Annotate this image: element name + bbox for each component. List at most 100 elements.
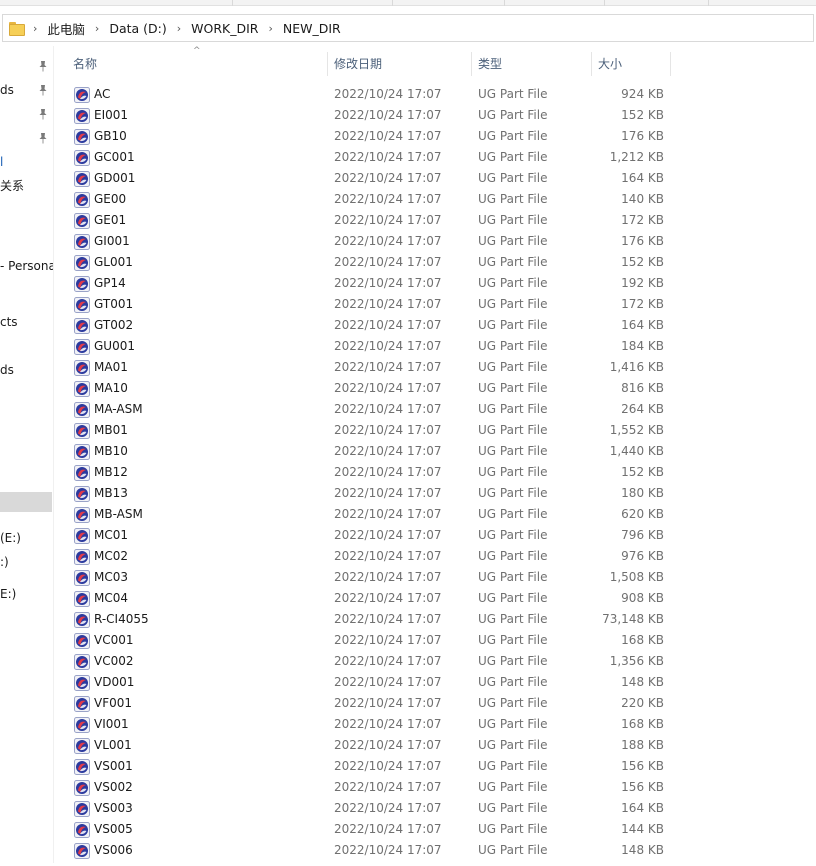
file-row[interactable]: VS001 2022/10/24 17:07 UG Part File 156 KB	[54, 756, 816, 777]
ug-part-file-icon	[74, 716, 90, 733]
file-row[interactable]: GP14 2022/10/24 17:07 UG Part File 192 KB	[54, 273, 816, 294]
ug-part-file-icon	[74, 842, 90, 859]
file-row[interactable]: VI001 2022/10/24 17:07 UG Part File 168 KB	[54, 714, 816, 735]
file-row[interactable]: VD001 2022/10/24 17:07 UG Part File 148 KB	[54, 672, 816, 693]
ug-part-file-icon	[74, 758, 90, 775]
pin-icon[interactable]	[38, 108, 48, 120]
file-name-cell: MC02	[74, 546, 128, 567]
chevron-right-icon[interactable]: ›	[177, 22, 181, 35]
file-row[interactable]: VS003 2022/10/24 17:07 UG Part File 164 KB	[54, 798, 816, 819]
file-name-cell: GI001	[74, 231, 130, 252]
nav-item[interactable]: (E:)	[0, 528, 21, 548]
file-row[interactable]: VS006 2022/10/24 17:07 UG Part File 148 KB	[54, 840, 816, 861]
breadcrumb-work-dir[interactable]: WORK_DIR	[191, 21, 258, 36]
column-header-size[interactable]: 大小	[593, 52, 671, 76]
nav-item[interactable]: 关系	[0, 176, 24, 196]
file-row[interactable]: VL001 2022/10/24 17:07 UG Part File 188 KB	[54, 735, 816, 756]
file-row[interactable]: MC04 2022/10/24 17:07 UG Part File 908 KB	[54, 588, 816, 609]
file-row[interactable]: GE00 2022/10/24 17:07 UG Part File 140 KB	[54, 189, 816, 210]
file-row[interactable]: VS005 2022/10/24 17:07 UG Part File 144 KB	[54, 819, 816, 840]
file-name: MC03	[94, 570, 129, 584]
file-row[interactable]: GC001 2022/10/24 17:07 UG Part File 1,212 K…	[54, 147, 816, 168]
nav-item[interactable]: ds	[0, 360, 14, 380]
file-date: 2022/10/24 17:07	[334, 171, 442, 185]
file-name: VS001	[94, 759, 133, 773]
file-size: 1,440 KB	[609, 444, 664, 458]
file-name: GT001	[94, 297, 134, 311]
column-header-type[interactable]: 类型	[473, 52, 592, 76]
file-name-cell: VS002	[74, 777, 133, 798]
file-name-cell: VI001	[74, 714, 129, 735]
file-size: 144 KB	[621, 822, 664, 836]
file-name: MC02	[94, 549, 129, 563]
file-row[interactable]: MB10 2022/10/24 17:07 UG Part File 1,440 KB	[54, 441, 816, 462]
breadcrumb-new-dir[interactable]: NEW_DIR	[283, 21, 341, 36]
file-row[interactable]: VC001 2022/10/24 17:07 UG Part File 168 KB	[54, 630, 816, 651]
file-type: UG Part File	[478, 444, 548, 458]
file-size: 976 KB	[621, 549, 664, 563]
file-date: 2022/10/24 17:07	[334, 192, 442, 206]
file-row[interactable]: GD001 2022/10/24 17:07 UG Part File 164 KB	[54, 168, 816, 189]
ug-part-file-icon	[74, 128, 90, 145]
ug-part-file-icon	[74, 464, 90, 481]
nav-item[interactable]: :)	[0, 552, 9, 572]
file-row[interactable]: GT002 2022/10/24 17:07 UG Part File 164 KB	[54, 315, 816, 336]
file-row[interactable]: MA-ASM 2022/10/24 17:07 UG Part File 264 KB	[54, 399, 816, 420]
file-size: 184 KB	[621, 339, 664, 353]
file-row[interactable]: GI001 2022/10/24 17:07 UG Part File 176 KB	[54, 231, 816, 252]
pin-icon[interactable]	[38, 132, 48, 144]
nav-item[interactable]: E:)	[0, 584, 16, 604]
chevron-right-icon[interactable]: ›	[268, 22, 272, 35]
file-name: GP14	[94, 276, 126, 290]
nav-item[interactable]	[0, 492, 52, 512]
ug-part-file-icon	[74, 443, 90, 460]
file-row[interactable]: GE01 2022/10/24 17:07 UG Part File 172 KB	[54, 210, 816, 231]
chevron-right-icon[interactable]: ›	[33, 22, 37, 35]
file-type: UG Part File	[478, 717, 548, 731]
file-row[interactable]: GU001 2022/10/24 17:07 UG Part File 184 KB	[54, 336, 816, 357]
address-box[interactable]: › 此电脑 › Data (D:) › WORK_DIR › NEW_DIR	[2, 14, 814, 42]
file-row[interactable]: VS002 2022/10/24 17:07 UG Part File 156 KB	[54, 777, 816, 798]
file-date: 2022/10/24 17:07	[334, 591, 442, 605]
pin-icon[interactable]	[38, 84, 48, 96]
file-row[interactable]: GL001 2022/10/24 17:07 UG Part File 152 KB	[54, 252, 816, 273]
chevron-right-icon[interactable]: ›	[95, 22, 99, 35]
nav-item[interactable]: - Persona	[0, 256, 53, 276]
file-size: 176 KB	[621, 234, 664, 248]
file-size: 148 KB	[621, 675, 664, 689]
file-name: MB13	[94, 486, 128, 500]
file-name-cell: VS005	[74, 819, 133, 840]
file-row[interactable]: MA10 2022/10/24 17:07 UG Part File 816 KB	[54, 378, 816, 399]
file-row[interactable]: VF001 2022/10/24 17:07 UG Part File 220 KB	[54, 693, 816, 714]
file-row[interactable]: R-CI4055 2022/10/24 17:07 UG Part File 73,1…	[54, 609, 816, 630]
column-header-name[interactable]: 名称	[68, 52, 328, 76]
file-name-cell: VS001	[74, 756, 133, 777]
nav-item[interactable]: ds	[0, 80, 14, 100]
pin-icon[interactable]	[38, 60, 48, 72]
column-header-date[interactable]: 修改日期	[329, 52, 472, 76]
breadcrumb-this-pc[interactable]: 此电脑	[47, 19, 85, 38]
file-row[interactable]: MB-ASM 2022/10/24 17:07 UG Part File 620 KB	[54, 504, 816, 525]
file-name: VS003	[94, 801, 133, 815]
file-name-cell: GB10	[74, 126, 127, 147]
file-row[interactable]: MC01 2022/10/24 17:07 UG Part File 796 KB	[54, 525, 816, 546]
file-row[interactable]: AC 2022/10/24 17:07 UG Part File 924 KB	[54, 84, 816, 105]
file-row[interactable]: MB12 2022/10/24 17:07 UG Part File 152 KB	[54, 462, 816, 483]
file-size: 168 KB	[621, 717, 664, 731]
file-row[interactable]: MB01 2022/10/24 17:07 UG Part File 1,552 KB	[54, 420, 816, 441]
nav-item[interactable]: l	[0, 152, 3, 172]
file-date: 2022/10/24 17:07	[334, 108, 442, 122]
nav-item[interactable]: cts	[0, 312, 18, 332]
breadcrumb-data-drive[interactable]: Data (D:)	[109, 21, 166, 36]
file-row[interactable]: VC002 2022/10/24 17:07 UG Part File 1,356 K…	[54, 651, 816, 672]
ug-part-file-icon	[74, 191, 90, 208]
file-row[interactable]: GT001 2022/10/24 17:07 UG Part File 172 KB	[54, 294, 816, 315]
file-row[interactable]: MC03 2022/10/24 17:07 UG Part File 1,508 KB	[54, 567, 816, 588]
file-row[interactable]: MC02 2022/10/24 17:07 UG Part File 976 KB	[54, 546, 816, 567]
file-row[interactable]: MB13 2022/10/24 17:07 UG Part File 180 KB	[54, 483, 816, 504]
file-name-cell: GL001	[74, 252, 133, 273]
file-row[interactable]: MA01 2022/10/24 17:07 UG Part File 1,416 KB	[54, 357, 816, 378]
ug-part-file-icon	[74, 674, 90, 691]
file-row[interactable]: EI001 2022/10/24 17:07 UG Part File 152 KB	[54, 105, 816, 126]
file-row[interactable]: GB10 2022/10/24 17:07 UG Part File 176 KB	[54, 126, 816, 147]
